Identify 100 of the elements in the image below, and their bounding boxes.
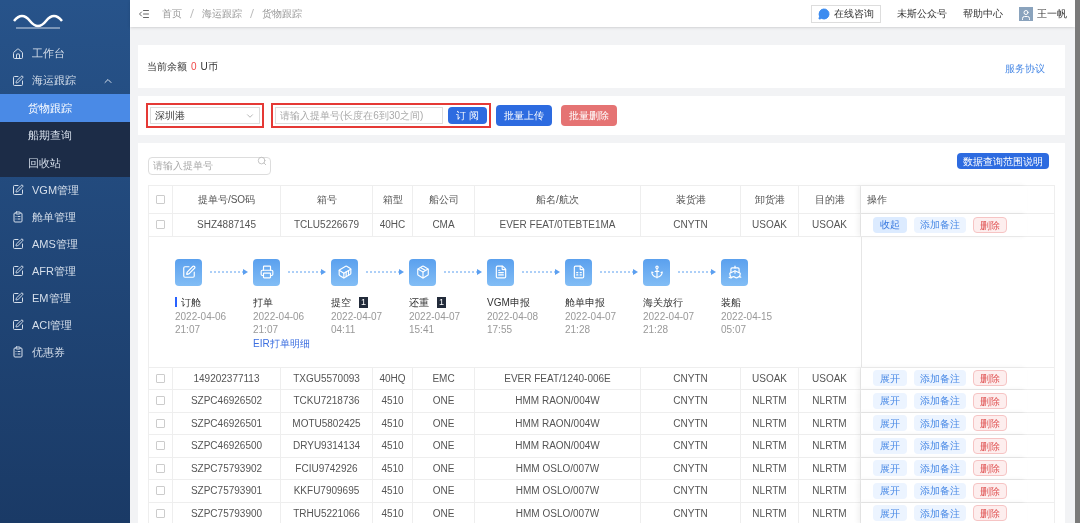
breadcrumb-link[interactable]: 货物跟踪	[262, 6, 302, 21]
ship-icon	[727, 265, 742, 279]
search-field[interactable]: 请输入提单号	[148, 156, 271, 175]
checkbox[interactable]	[156, 418, 165, 428]
delete-button[interactable]: 删除	[973, 392, 1007, 409]
sidebar-subitem[interactable]: 船期查询	[0, 121, 130, 149]
remark-button[interactable]: 添加备注	[914, 392, 966, 409]
checkbox[interactable]	[156, 195, 165, 204]
checkbox[interactable]	[156, 508, 165, 518]
toggle-button[interactable]: 展开	[873, 415, 907, 432]
table-cell: ONE	[413, 480, 475, 502]
sidebar-item[interactable]: EM管理	[0, 284, 130, 312]
header-link[interactable]: 帮助中心	[963, 6, 1003, 21]
subscribe-button[interactable]: 订 阅	[448, 107, 487, 124]
remark-button[interactable]: 添加备注	[914, 415, 966, 432]
toggle-button[interactable]: 展开	[873, 437, 907, 454]
table-cell: NLRTM	[741, 480, 799, 502]
arrow-connector	[522, 269, 560, 275]
sidebar-item[interactable]: 舱单管理	[0, 203, 130, 231]
printer-icon	[259, 265, 274, 279]
eir-link[interactable]: EIR打单明细	[253, 335, 331, 351]
sidebar-item[interactable]: ACI管理	[0, 311, 130, 339]
remark-button[interactable]: 添加备注	[914, 460, 966, 477]
table-cell: SZPC46926502	[173, 390, 281, 412]
checkbox[interactable]	[156, 220, 165, 230]
sidebar-item[interactable]: 工作台	[0, 40, 130, 67]
column-header: 操作	[867, 193, 887, 207]
bulk-delete-button[interactable]: 批量删除	[561, 105, 617, 126]
delete-button[interactable]: 删除	[973, 505, 1007, 522]
delete-button[interactable]: 删除	[973, 370, 1007, 387]
delete-button[interactable]: 删除	[973, 482, 1007, 499]
table-cell: 4510	[373, 457, 413, 479]
chat-icon	[818, 7, 830, 20]
breadcrumb-link[interactable]: 首页	[162, 6, 182, 21]
delete-button[interactable]: 删除	[973, 460, 1007, 477]
toggle-button[interactable]: 展开	[873, 482, 907, 499]
table-cell: HMM OSLO/007W	[475, 480, 641, 502]
clipboard-icon	[12, 211, 24, 223]
range-info-button[interactable]: 数据查询范围说明	[957, 153, 1049, 169]
sidebar-item[interactable]: 优惠券	[0, 338, 130, 366]
column-header: 装货港	[641, 186, 741, 213]
sidebar-item[interactable]: AFR管理	[0, 257, 130, 285]
sidebar-subitem[interactable]: 回收站	[0, 149, 130, 177]
checkbox[interactable]	[156, 441, 165, 451]
breadcrumb-link[interactable]: 海运跟踪	[202, 6, 242, 21]
table-cell: USOAK	[741, 214, 799, 236]
balance-label: 当前余额	[147, 60, 187, 74]
avatar[interactable]	[1019, 6, 1033, 21]
delete-button[interactable]: 删除	[973, 437, 1007, 454]
arrow-connector	[288, 269, 326, 275]
remark-button[interactable]: 添加备注	[914, 482, 966, 499]
column-header: 卸货港	[741, 186, 799, 213]
remark-button[interactable]: 添加备注	[914, 216, 966, 233]
table-cell: 40HC	[373, 214, 413, 236]
consult-button[interactable]: 在线咨询	[811, 4, 881, 23]
sidebar-item[interactable]: VGM管理	[0, 176, 130, 204]
toggle-button[interactable]: 展开	[873, 505, 907, 522]
checkbox[interactable]	[156, 463, 165, 473]
toggle-button[interactable]: 展开	[873, 392, 907, 409]
remark-button[interactable]: 添加备注	[914, 505, 966, 522]
document-icon	[12, 184, 24, 196]
balance-unit: U币	[200, 60, 218, 74]
document-icon	[12, 319, 24, 331]
sidebar-item[interactable]: 海运跟踪	[0, 67, 130, 94]
step-label: 订舱	[181, 295, 201, 310]
sidebar-item[interactable]: AMS管理	[0, 230, 130, 258]
bill-number-field[interactable]: 请输入提单号(长度在6到30之间)	[275, 107, 443, 124]
box-icon	[415, 265, 430, 279]
remark-button[interactable]: 添加备注	[914, 370, 966, 387]
delete-button[interactable]: 删除	[973, 415, 1007, 432]
checkbox[interactable]	[156, 486, 165, 496]
toggle-button[interactable]: 展开	[873, 370, 907, 387]
upload-button[interactable]: 批量上传	[496, 105, 552, 126]
table-cell: NLRTM	[741, 502, 799, 523]
table-cell: CNYTN	[641, 214, 741, 236]
remark-button[interactable]: 添加备注	[914, 437, 966, 454]
table-cell: 4510	[373, 435, 413, 457]
step-time: 21:28	[643, 322, 670, 336]
checkbox[interactable]	[156, 396, 165, 406]
table-cell: CMA	[413, 214, 475, 236]
table-cell: 4510	[373, 390, 413, 412]
table-cell: ONE	[413, 457, 475, 479]
table-cell: SZPC46926500	[173, 435, 281, 457]
agreement-link[interactable]: 服务协议	[1005, 61, 1045, 76]
table-cell: SZPC46926501	[173, 412, 281, 434]
checkbox[interactable]	[156, 373, 165, 383]
menu-icon[interactable]	[138, 7, 150, 20]
user-name[interactable]: 王一帆	[1037, 6, 1067, 21]
delete-button[interactable]: 删除	[973, 216, 1007, 233]
step-label: VGM申报	[487, 295, 530, 310]
port-select[interactable]: 深圳港	[146, 103, 264, 128]
user-icon	[1020, 8, 1032, 21]
column-header: 船公司	[413, 186, 475, 213]
table-cell: MOTU5802425	[281, 412, 373, 434]
sidebar-subitem[interactable]: 货物跟踪	[0, 94, 130, 122]
header-link[interactable]: 未斯公众号	[897, 6, 947, 21]
toggle-button[interactable]: 展开	[873, 460, 907, 477]
toggle-button[interactable]: 收起	[873, 216, 907, 233]
clipboard-icon	[12, 346, 24, 358]
table-cell: NLRTM	[741, 435, 799, 457]
